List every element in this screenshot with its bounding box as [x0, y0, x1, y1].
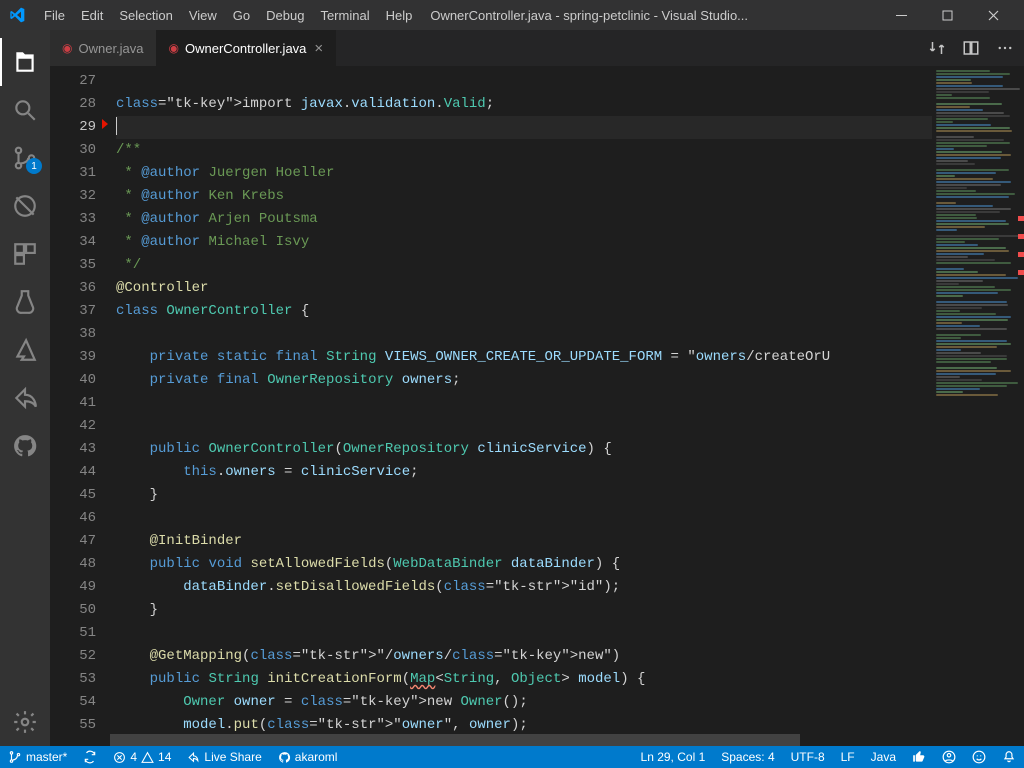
menu-terminal[interactable]: Terminal — [312, 8, 377, 23]
code-content[interactable]: class="tk-key">import javax.validation.V… — [116, 66, 932, 734]
tab-bar: ◉ Owner.java ◉ OwnerController.java × — [50, 30, 1024, 66]
status-cursor-label: Ln 29, Col 1 — [641, 750, 706, 764]
menu-view[interactable]: View — [181, 8, 225, 23]
tab-close-icon[interactable]: × — [314, 40, 323, 57]
activity-azure[interactable] — [0, 326, 50, 374]
warning-icon — [141, 751, 154, 764]
java-file-icon: ◉ — [62, 41, 72, 55]
status-branch[interactable]: master* — [0, 746, 75, 768]
status-branch-label: master* — [26, 750, 67, 764]
menu-help[interactable]: Help — [378, 8, 421, 23]
status-bar: master* 4 14 Live Share akaroml Ln 29, C… — [0, 746, 1024, 768]
editor-split-icon[interactable] — [962, 39, 980, 57]
editor-area: ◉ Owner.java ◉ OwnerController.java × — [50, 30, 1024, 746]
status-spaces-label: Spaces: 4 — [721, 750, 774, 764]
live-share-icon — [187, 751, 200, 764]
status-lang-label: Java — [871, 750, 896, 764]
status-feedback[interactable] — [904, 746, 934, 768]
horizontal-scrollbar[interactable] — [50, 734, 1024, 746]
window-minimize-button[interactable] — [878, 0, 924, 30]
menu-selection[interactable]: Selection — [111, 8, 180, 23]
menu-debug[interactable]: Debug — [258, 8, 312, 23]
status-problems[interactable]: 4 14 — [105, 746, 179, 768]
window-maximize-button[interactable] — [924, 0, 970, 30]
status-live-share-label: Live Share — [204, 750, 261, 764]
git-branch-icon — [8, 750, 22, 764]
activity-settings[interactable] — [0, 698, 50, 746]
menu-file[interactable]: File — [36, 8, 73, 23]
status-azure-signin[interactable] — [934, 746, 964, 768]
status-language[interactable]: Java — [863, 746, 904, 768]
tab-ownercontroller-java[interactable]: ◉ OwnerController.java × — [157, 30, 337, 66]
account-icon — [942, 750, 956, 764]
status-notifications[interactable] — [994, 746, 1024, 768]
tab-label: OwnerController.java — [185, 41, 306, 56]
activity-test[interactable] — [0, 278, 50, 326]
minimap[interactable] — [932, 66, 1024, 734]
editor-compare-changes-icon[interactable] — [928, 39, 946, 57]
status-encoding-label: UTF-8 — [791, 750, 825, 764]
editor-more-icon[interactable] — [996, 39, 1014, 57]
bell-icon — [1002, 750, 1016, 764]
titlebar: File Edit Selection View Go Debug Termin… — [0, 0, 1024, 30]
status-errors-count: 4 — [130, 750, 137, 764]
menu-go[interactable]: Go — [225, 8, 258, 23]
line-number-gutter: 2728293031323334353637383940414243444546… — [50, 66, 116, 734]
status-sync[interactable] — [75, 746, 105, 768]
status-github-user[interactable]: akaroml — [270, 746, 346, 768]
activity-scm[interactable]: 1 — [0, 134, 50, 182]
java-file-icon: ◉ — [169, 41, 179, 55]
thumbs-up-icon — [912, 750, 926, 764]
status-encoding[interactable]: UTF-8 — [783, 746, 833, 768]
error-icon — [113, 751, 126, 764]
activity-github[interactable] — [0, 422, 50, 470]
tab-label: Owner.java — [78, 41, 143, 56]
status-live-share[interactable]: Live Share — [179, 746, 269, 768]
editor-body[interactable]: 2728293031323334353637383940414243444546… — [50, 66, 1024, 734]
activity-extensions[interactable] — [0, 230, 50, 278]
tab-owner-java[interactable]: ◉ Owner.java — [50, 30, 157, 66]
activity-debug[interactable] — [0, 182, 50, 230]
smiley-icon — [972, 750, 986, 764]
status-cursor-position[interactable]: Ln 29, Col 1 — [633, 746, 714, 768]
vscode-logo-icon — [8, 6, 26, 24]
status-warnings-count: 14 — [158, 750, 171, 764]
status-github-user-label: akaroml — [295, 750, 338, 764]
scm-badge: 1 — [26, 158, 42, 174]
menu-edit[interactable]: Edit — [73, 8, 111, 23]
status-eol-label: LF — [841, 750, 855, 764]
activity-bar: 1 — [0, 30, 50, 746]
breakpoint-marker-icon[interactable] — [102, 119, 108, 129]
status-indentation[interactable]: Spaces: 4 — [713, 746, 782, 768]
activity-live-share[interactable] — [0, 374, 50, 422]
activity-search[interactable] — [0, 86, 50, 134]
scrollbar-thumb[interactable] — [110, 734, 800, 746]
github-icon — [278, 751, 291, 764]
window-close-button[interactable] — [970, 0, 1016, 30]
activity-explorer[interactable] — [0, 38, 50, 86]
sync-icon — [83, 750, 97, 764]
status-eol[interactable]: LF — [833, 746, 863, 768]
status-tweet[interactable] — [964, 746, 994, 768]
window-title: OwnerController.java - spring-petclinic … — [420, 8, 878, 23]
